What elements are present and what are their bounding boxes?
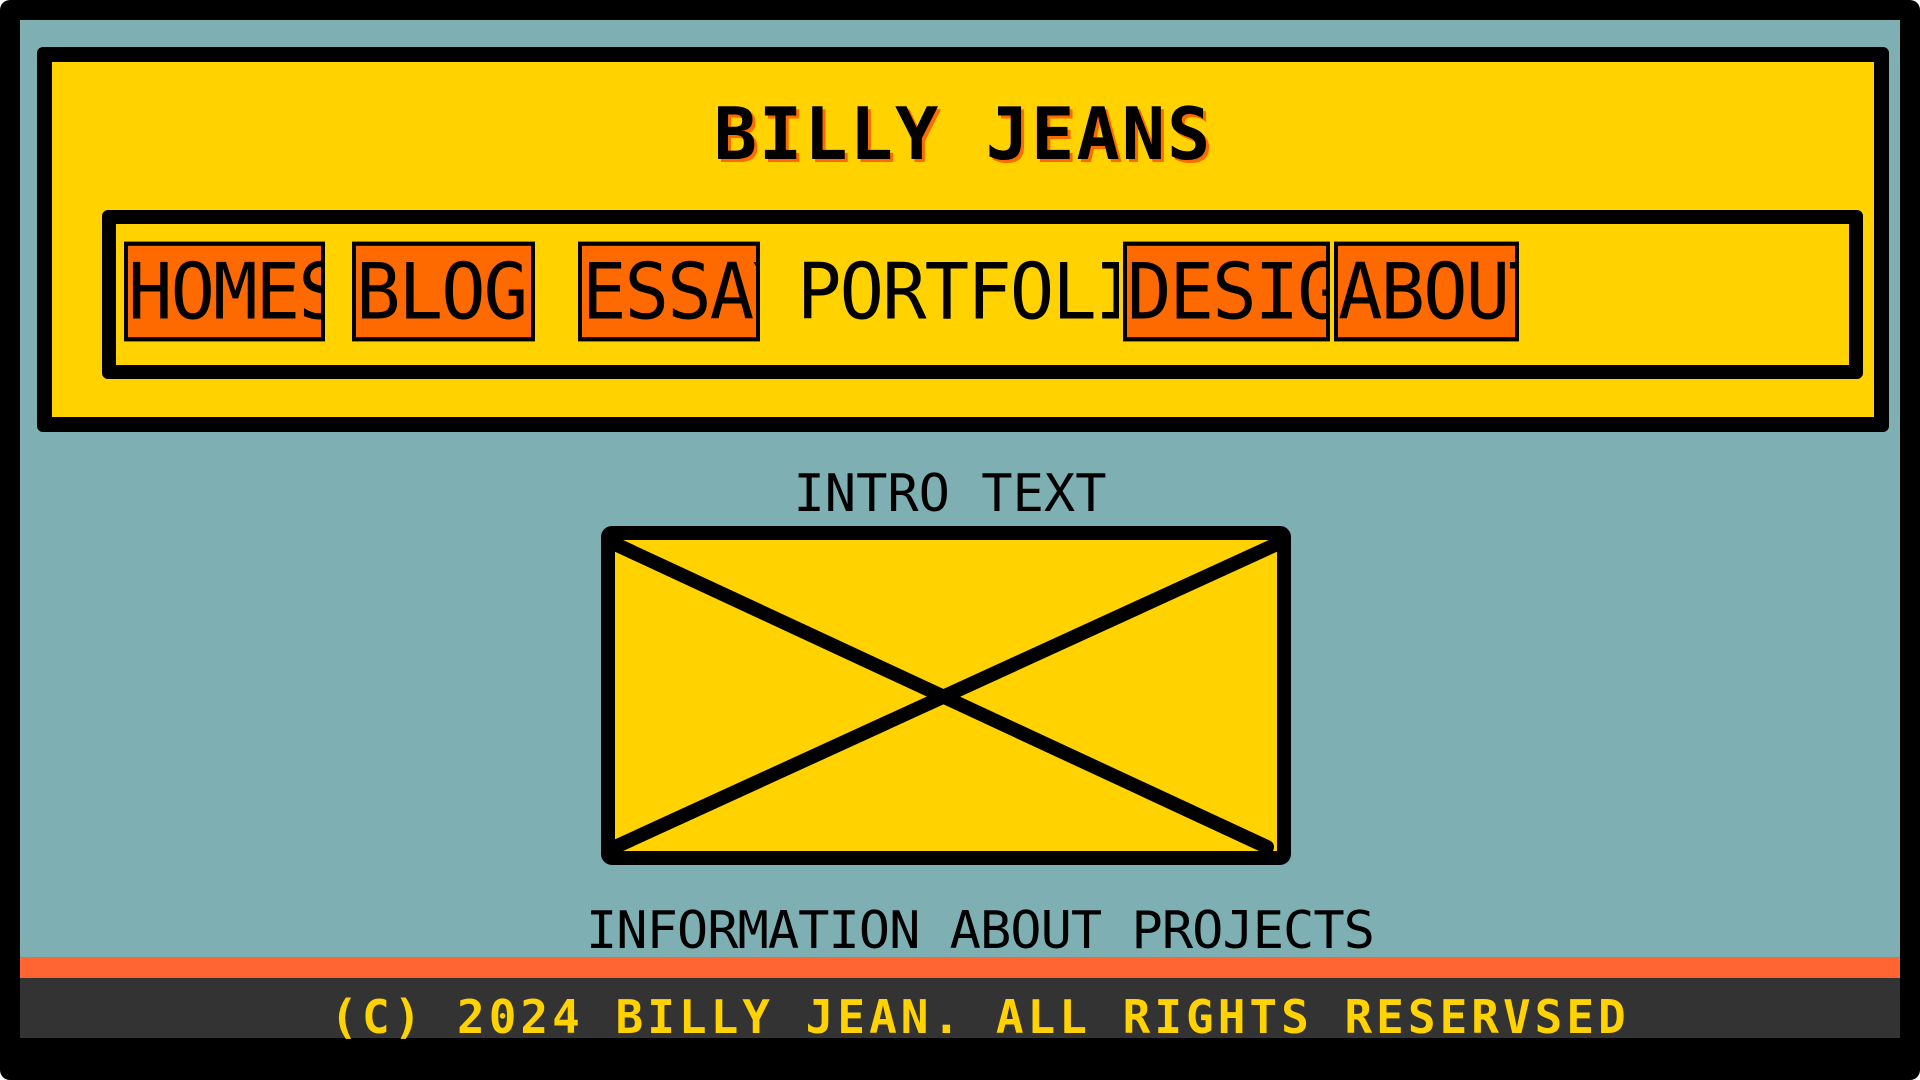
nav-item-portfolio[interactable]: PORTFOLIO — [793, 242, 1123, 342]
projects-info-text: INFORMATION ABOUT PROJECTS — [586, 901, 1375, 961]
site-header: BILLY JEANS HOMES BLOGS ESSAY PORTFOLIO … — [37, 47, 1889, 432]
nav-item-blogs[interactable]: BLOGS — [352, 241, 535, 342]
nav-item-about[interactable]: ABOUT — [1334, 241, 1519, 342]
copyright-text: (C) 2024 BILLY JEAN. ALL RIGHTS RESERVSE… — [330, 990, 1630, 1044]
footer-accent-bar — [20, 957, 1900, 978]
intro-text: INTRO TEXT — [793, 464, 1107, 524]
image-placeholder-icon — [601, 526, 1291, 865]
footer-bottom-bar — [20, 1038, 1900, 1060]
nav-item-homes[interactable]: HOMES — [124, 241, 325, 342]
nav-item-essay[interactable]: ESSAY — [578, 241, 760, 342]
main-nav: HOMES BLOGS ESSAY PORTFOLIO DESIGN ABOUT — [102, 210, 1863, 379]
site-title: BILLY JEANS — [713, 92, 1213, 176]
page-frame: BILLY JEANS HOMES BLOGS ESSAY PORTFOLIO … — [0, 0, 1920, 1080]
nav-item-design[interactable]: DESIGN — [1123, 241, 1330, 342]
